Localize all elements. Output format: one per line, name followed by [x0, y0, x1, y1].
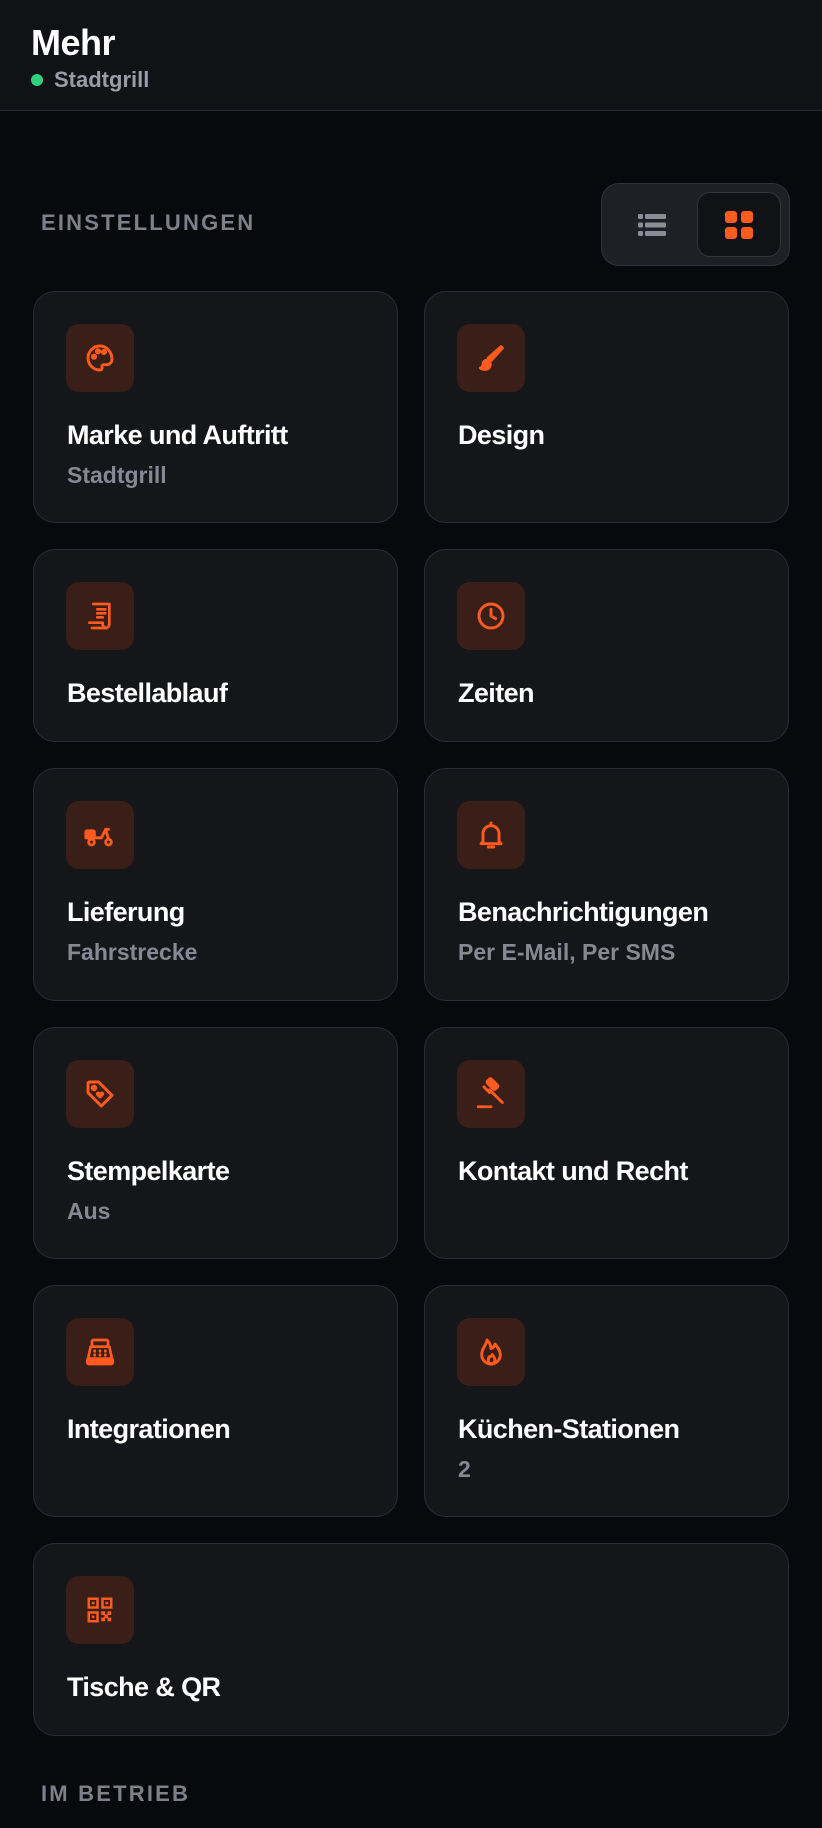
- card-title: Integrationen: [67, 1414, 231, 1444]
- icon-tile: [66, 801, 134, 869]
- settings-card-integrations[interactable]: Integrationen: [33, 1285, 398, 1517]
- icon-tile: [66, 1318, 134, 1386]
- card-subtitle: Fahrstrecke: [67, 939, 198, 965]
- grid-view-button[interactable]: [697, 192, 781, 257]
- card-subtitle: 2: [458, 1456, 471, 1482]
- settings-card-design[interactable]: Design: [424, 291, 789, 523]
- card-title: Zeiten: [458, 678, 535, 708]
- settings-card-notifications[interactable]: Benachrichtigungen Per E-Mail, Per SMS: [424, 768, 789, 1001]
- flame-icon: [475, 1336, 507, 1368]
- icon-tile: [66, 1576, 134, 1644]
- settings-card-order-flow[interactable]: Bestellablauf: [33, 549, 398, 742]
- grid-icon: [725, 210, 753, 239]
- settings-card-contact-legal[interactable]: Kontakt und Recht: [424, 1027, 789, 1259]
- settings-card-brand[interactable]: Marke und Auftritt Stadtgrill: [33, 291, 398, 523]
- card-subtitle: Aus: [67, 1198, 111, 1224]
- card-title: Benachrichtigungen: [458, 897, 709, 927]
- icon-tile: [457, 1318, 525, 1386]
- page-title: Mehr: [31, 22, 116, 63]
- restaurant-name: Stadtgrill: [54, 67, 150, 92]
- receipt-icon: [84, 600, 116, 632]
- icon-tile: [66, 582, 134, 650]
- tag-heart-icon: [84, 1078, 116, 1110]
- view-toggle: [601, 183, 790, 266]
- card-title: Design: [458, 420, 545, 450]
- section-label-operations: IM BETRIEB: [41, 1781, 191, 1806]
- list-icon: [638, 213, 666, 237]
- card-title: Küchen-Stationen: [458, 1414, 680, 1444]
- app-header: Mehr Stadtgrill: [0, 0, 822, 111]
- card-title: Marke und Auftritt: [67, 420, 288, 450]
- settings-card-kitchen-stations[interactable]: Küchen-Stationen 2: [424, 1285, 789, 1517]
- card-title: Lieferung: [67, 897, 185, 927]
- icon-tile: [66, 1060, 134, 1128]
- card-title: Kontakt und Recht: [458, 1156, 688, 1186]
- section-label-settings: EINSTELLUNGEN: [41, 210, 256, 235]
- brush-icon: [475, 342, 507, 374]
- icon-tile: [457, 801, 525, 869]
- card-title: Bestellablauf: [67, 678, 228, 708]
- settings-card-tables-qr[interactable]: Tische & QR: [33, 1543, 789, 1736]
- settings-card-delivery[interactable]: Lieferung Fahrstrecke: [33, 768, 398, 1001]
- list-view-button[interactable]: [610, 192, 694, 257]
- icon-tile: [66, 324, 134, 392]
- card-title: Tische & QR: [67, 1672, 221, 1702]
- bell-icon: [475, 819, 507, 851]
- cash-register-icon: [84, 1336, 116, 1368]
- icon-tile: [457, 324, 525, 392]
- qr-code-icon: [85, 1595, 115, 1625]
- gavel-icon: [474, 1077, 508, 1111]
- clock-icon: [475, 600, 507, 632]
- settings-card-stamp-card[interactable]: Stempelkarte Aus: [33, 1027, 398, 1259]
- restaurant-indicator: Stadtgrill: [31, 67, 149, 93]
- card-title: Stempelkarte: [67, 1156, 230, 1186]
- card-subtitle: Per E-Mail, Per SMS: [458, 939, 676, 965]
- icon-tile: [457, 582, 525, 650]
- settings-card-times[interactable]: Zeiten: [424, 549, 789, 742]
- card-subtitle: Stadtgrill: [67, 462, 167, 488]
- palette-icon: [84, 342, 116, 374]
- scooter-icon: [83, 818, 117, 852]
- icon-tile: [457, 1060, 525, 1128]
- status-dot: [31, 74, 43, 86]
